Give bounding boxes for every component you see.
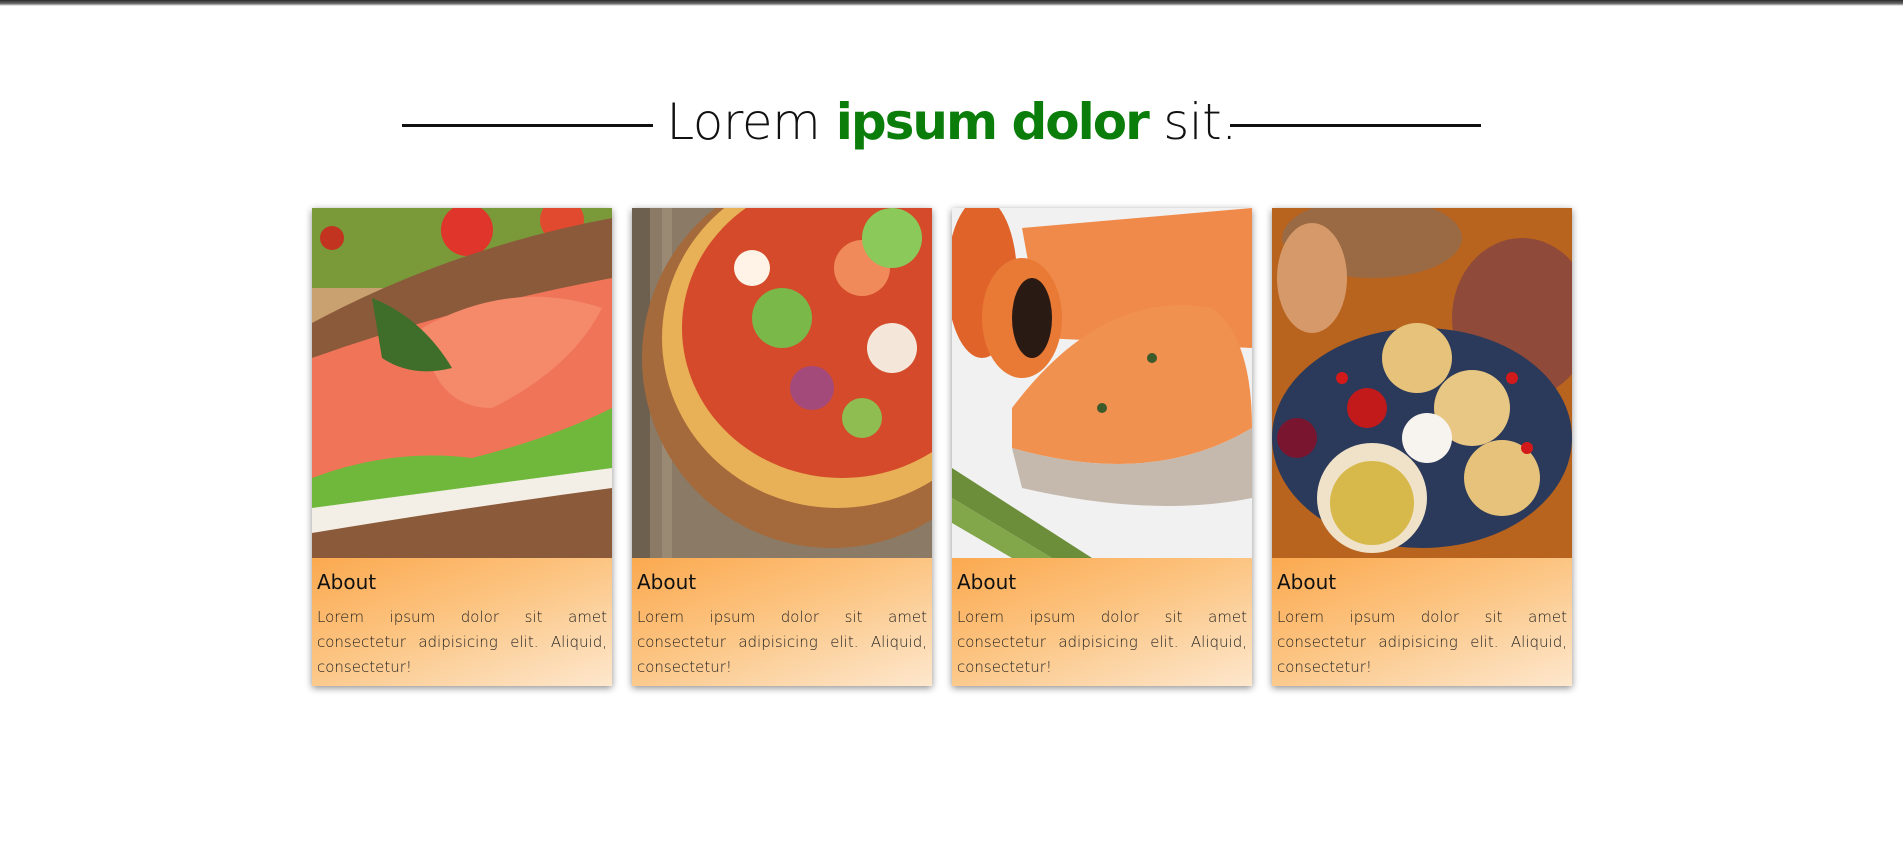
card-title: About (1277, 570, 1337, 594)
card-title: About (957, 570, 1017, 594)
heading-accent: ipsum dolor (835, 93, 1150, 151)
pizza-image (632, 208, 932, 558)
card-text: Lorem ipsum dolor sit amet consectetur a… (957, 608, 1247, 676)
card-grid: About Lorem ipsum dolor sit amet consect… (312, 208, 1572, 686)
card-text: Lorem ipsum dolor sit amet consectetur a… (1277, 608, 1567, 676)
heading-title: Lorem ipsum dolor sit. (0, 92, 1903, 152)
grilled-salmon-image (952, 208, 1252, 558)
card-text: Lorem ipsum dolor sit amet consectetur a… (317, 608, 607, 676)
salmon-sandwich-image (312, 208, 612, 558)
card-body: About Lorem ipsum dolor sit amet consect… (312, 558, 612, 686)
card-2[interactable]: About Lorem ipsum dolor sit amet consect… (632, 208, 932, 686)
card-4[interactable]: About Lorem ipsum dolor sit amet consect… (1272, 208, 1572, 686)
card-title: About (637, 570, 697, 594)
card-body: About Lorem ipsum dolor sit amet consect… (1272, 558, 1572, 686)
card-body: About Lorem ipsum dolor sit amet consect… (632, 558, 932, 686)
card-title: About (317, 570, 377, 594)
heading-prefix: Lorem (666, 93, 836, 151)
card-text: Lorem ipsum dolor sit amet consectetur a… (637, 608, 927, 676)
section-heading: Lorem ipsum dolor sit. (0, 92, 1903, 152)
card-1[interactable]: About Lorem ipsum dolor sit amet consect… (312, 208, 612, 686)
top-shadow-bar (0, 0, 1903, 6)
card-3[interactable]: About Lorem ipsum dolor sit amet consect… (952, 208, 1252, 686)
card-body: About Lorem ipsum dolor sit amet consect… (952, 558, 1252, 686)
feast-platter-image (1272, 208, 1572, 558)
heading-suffix: sit. (1147, 93, 1237, 151)
heading-divider-right (1230, 124, 1481, 127)
